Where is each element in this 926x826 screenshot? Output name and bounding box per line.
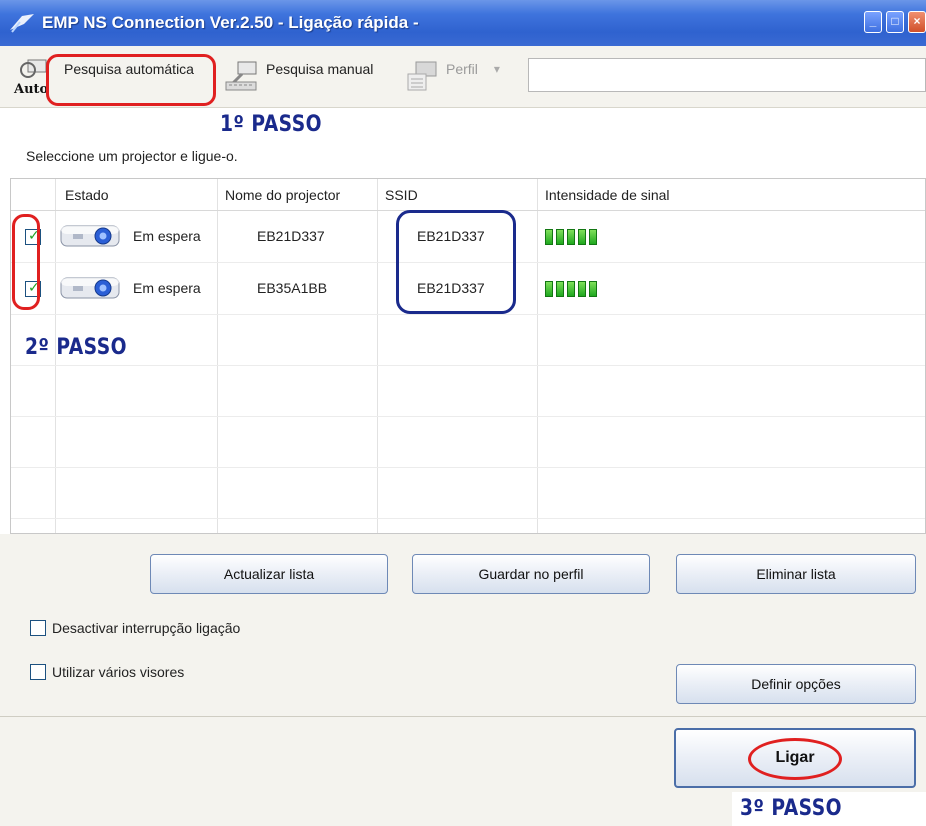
signal-bar [567,281,575,297]
close-button[interactable]: × [908,11,926,33]
window-title: EMP NS Connection Ver.2.50 - Ligação ráp… [42,13,419,32]
profile-label: Perfil [446,61,478,77]
manual-search-label: Pesquisa manual [266,61,374,77]
signal-bar [545,281,553,297]
step3-annotation: 3º PASSO [740,796,842,821]
signal-bar [556,281,564,297]
toolbar: Auto Pesquisa automática Pesquisa manual… [0,46,926,108]
row-select-checkbox[interactable]: ✓ [25,279,41,297]
checkmark-icon: ✓ [28,227,40,243]
table-row[interactable]: ✓ Em espera EB21D337 EB21D337 [11,211,925,261]
signal-bar [578,281,586,297]
signal-bar [545,229,553,245]
signal-bar [567,229,575,245]
row-ssid: EB21D337 [417,228,485,244]
multi-display-label: Utilizar vários visores [52,664,185,680]
auto-search-label: Pesquisa automática [64,61,194,77]
row-divider [11,518,925,519]
disable-interrupt-label: Desactivar interrupção ligação [52,620,241,636]
row-divider [11,416,925,417]
projector-table: Estado Nome do projector SSID Intensidad… [10,178,926,534]
signal-bar [556,229,564,245]
signal-bar [589,281,597,297]
row-divider [11,314,925,315]
set-options-button[interactable]: Definir opções [676,664,916,704]
signal-bar [589,229,597,245]
table-header: Estado Nome do projector SSID Intensidad… [11,179,925,211]
row-status: Em espera [133,228,201,244]
profile-icon [407,61,437,91]
row-status: Em espera [133,280,201,296]
refresh-list-button[interactable]: Actualizar lista [150,554,388,594]
row-divider [11,467,925,468]
disable-interrupt-checkbox[interactable] [30,620,46,636]
manual-search-button[interactable]: Pesquisa manual [224,58,373,94]
maximize-button[interactable]: □ [886,11,904,33]
auto-icon-text: Auto [14,82,49,97]
header-name[interactable]: Nome do projector [225,187,340,203]
header-signal[interactable]: Intensidade de sinal [545,187,670,203]
manual-search-icon [225,61,257,91]
row-divider [11,365,925,366]
auto-search-button[interactable]: Auto Pesquisa automática [14,56,194,98]
signal-strength-indicator [545,281,597,297]
save-profile-button[interactable]: Guardar no perfil [412,554,650,594]
header-status[interactable]: Estado [65,187,109,203]
profile-dropdown-icon[interactable]: ▾ [494,62,500,76]
window-controls: _ □ × [864,11,926,33]
minimize-button[interactable]: _ [864,11,882,33]
separator [0,716,926,717]
app-logo-icon [10,14,34,33]
projector-icon [60,277,120,299]
multi-display-option[interactable]: Utilizar vários visores [30,664,184,680]
multi-display-checkbox[interactable] [30,664,46,680]
profile-button[interactable]: Perfil ▾ [404,58,500,94]
step1-annotation: 1º PASSO [220,112,322,137]
row-select-checkbox[interactable]: ✓ [25,227,41,245]
auto-search-icon: Auto [14,56,54,98]
signal-strength-indicator [545,229,597,245]
row-projector-name: EB21D337 [257,228,325,244]
header-ssid[interactable]: SSID [385,187,418,203]
signal-bar [578,229,586,245]
row-projector-name: EB35A1BB [257,280,328,296]
connect-button[interactable]: Ligar [674,728,916,788]
bottom-panel: Actualizar lista Guardar no perfil Elimi… [0,534,926,826]
table-row[interactable]: ✓ Em espera EB35A1BB EB21D337 [11,263,925,313]
projector-icon [60,225,120,247]
clear-list-button[interactable]: Eliminar lista [676,554,916,594]
profile-search-field[interactable] [528,58,926,92]
step2-annotation: 2º PASSO [25,335,127,360]
title-bar: EMP NS Connection Ver.2.50 - Ligação ráp… [0,0,926,46]
instruction-text: Seleccione um projector e ligue-o. [26,148,238,164]
row-ssid: EB21D337 [417,280,485,296]
disable-interrupt-option[interactable]: Desactivar interrupção ligação [30,620,240,636]
checkmark-icon: ✓ [28,279,40,295]
